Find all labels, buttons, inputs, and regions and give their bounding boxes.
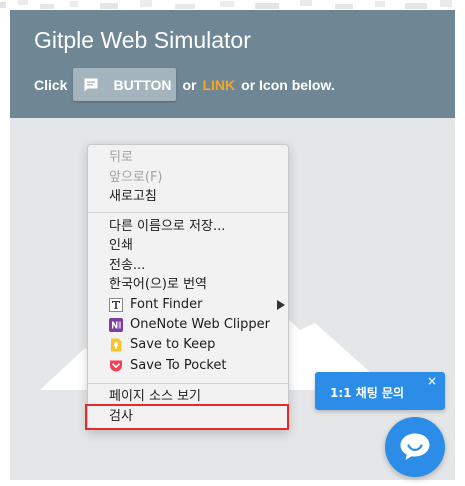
click-label: Click [34,76,68,93]
pocket-icon [110,360,122,372]
simulator-page: Gitple Web Simulator Click BUTTON or LIN… [0,0,465,486]
menu-item-save-as[interactable]: 다른 이름으로 저장... [109,217,225,237]
menu-item-forward[interactable]: 앞으로(F) [109,168,163,188]
menu-item-font-finder[interactable]: Font Finder [109,295,285,315]
font-finder-icon [109,298,123,312]
menu-item-print[interactable]: 인쇄 [109,236,133,256]
top-texture [0,0,452,9]
or-label: or [182,76,197,93]
chat-launcher-button[interactable] [385,417,445,477]
menu-item-back[interactable]: 뒤로 [109,148,133,168]
submenu-arrow-icon [277,300,285,310]
chat-trigger-link[interactable]: LINK [202,77,235,93]
chat-bubble-label: 1:1 채팅 문의 [330,386,405,400]
menu-item-keep[interactable]: Save to Keep [109,335,279,355]
simulator-header: Gitple Web Simulator Click BUTTON or LIN… [10,10,455,118]
close-icon[interactable]: × [427,374,437,388]
menu-item-label: Font Finder [130,297,203,312]
inspect-highlight-box [85,404,289,430]
tail-label: or Icon below. [241,76,335,93]
menu-item-label: Save To Pocket [130,358,227,373]
menu-item-cast[interactable]: 전송... [109,256,145,276]
onenote-icon [109,318,123,332]
instruction-line: Click BUTTON or LINK or Icon below. [34,68,335,101]
message-icon [84,78,98,91]
chat-icon [400,433,430,460]
menu-item-reload[interactable]: 새로고침 [109,187,157,207]
menu-item-label: Save to Keep [130,337,216,352]
menu-item-label: OneNote Web Clipper [130,317,270,332]
menu-item-pocket[interactable]: Save To Pocket [109,356,279,376]
chat-inquiry-bubble[interactable]: 1:1 채팅 문의 × [315,372,445,410]
page-title: Gitple Web Simulator [34,27,251,53]
menu-item-translate[interactable]: 한국어(으)로 번역 [109,275,207,295]
menu-separator [88,212,288,213]
keep-icon [111,338,122,352]
context-menu: 뒤로 앞으로(F) 새로고침 다른 이름으로 저장... 인쇄 전송... 한국… [87,144,289,431]
menu-item-onenote[interactable]: OneNote Web Clipper [109,315,279,335]
button-label: BUTTON [113,76,172,93]
menu-separator [88,383,288,384]
chat-trigger-button[interactable]: BUTTON [73,68,177,101]
